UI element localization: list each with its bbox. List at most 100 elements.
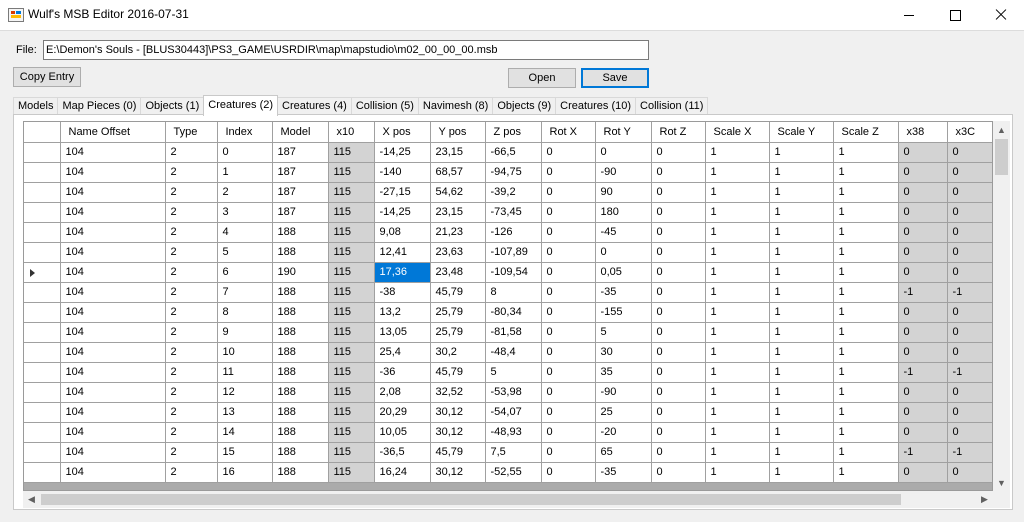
table-cell[interactable]: 2 — [165, 342, 218, 363]
table-cell[interactable]: 115 — [328, 462, 375, 483]
table-cell[interactable]: 1 — [705, 422, 770, 443]
table-cell[interactable]: 0 — [947, 202, 992, 223]
file-path-input[interactable]: E:\Demon's Souls - [BLUS30443]\PS3_GAME\… — [43, 40, 649, 60]
scroll-up-icon[interactable]: ▲ — [993, 121, 1010, 138]
table-cell[interactable]: 115 — [328, 162, 375, 183]
table-cell[interactable]: -109,54 — [485, 262, 542, 283]
column-header[interactable]: X pos — [374, 122, 431, 143]
table-cell[interactable]: 115 — [328, 422, 375, 443]
column-header[interactable]: Rot Z — [651, 122, 706, 143]
table-cell[interactable]: 187 — [272, 162, 329, 183]
table-cell[interactable]: 14 — [217, 422, 273, 443]
table-cell[interactable]: 1 — [769, 322, 834, 343]
table-row[interactable]: 1042918811513,0525,79-81,58050111000 — [24, 322, 992, 343]
table-cell[interactable]: 1 — [833, 422, 899, 443]
table-cell[interactable]: 104 — [60, 422, 166, 443]
table-cell[interactable]: -94,75 — [485, 162, 542, 183]
table-cell[interactable]: 16,24 — [374, 462, 431, 483]
table-cell[interactable]: 1 — [833, 262, 899, 283]
table-cell[interactable]: 1 — [769, 402, 834, 423]
row-header[interactable] — [24, 202, 61, 223]
table-cell[interactable]: 104 — [60, 202, 166, 223]
column-header[interactable]: Name Offset — [60, 122, 166, 143]
table-cell[interactable]: 0 — [947, 182, 992, 203]
table-cell[interactable]: 188 — [272, 362, 329, 383]
table-row[interactable]: 10421318811520,2930,12-54,070250111000 — [24, 402, 992, 423]
table-cell[interactable]: 188 — [272, 242, 329, 263]
table-cell[interactable]: -36,5 — [374, 442, 431, 463]
copy-entry-button[interactable]: Copy Entry — [13, 67, 81, 87]
table-cell[interactable]: 30,12 — [430, 402, 486, 423]
table-cell[interactable]: 0 — [898, 382, 948, 403]
table-cell[interactable]: 115 — [328, 362, 375, 383]
open-button[interactable]: Open — [508, 68, 576, 88]
table-cell[interactable]: 3 — [217, 202, 273, 223]
maximize-button[interactable] — [932, 0, 978, 30]
table-cell[interactable]: 0 — [898, 322, 948, 343]
table-cell[interactable]: 0 — [595, 242, 652, 263]
table-cell[interactable]: 0 — [898, 142, 948, 163]
horizontal-scroll-thumb[interactable] — [41, 494, 901, 505]
table-cell[interactable]: 1 — [833, 442, 899, 463]
table-cell[interactable]: 0 — [541, 342, 596, 363]
table-cell[interactable]: 1 — [833, 142, 899, 163]
row-header[interactable] — [24, 402, 61, 423]
table-cell[interactable]: 0 — [947, 262, 992, 283]
table-cell[interactable]: 1 — [833, 242, 899, 263]
table-row[interactable]: 1042619011517,3623,48-109,5400,050111000 — [24, 262, 992, 283]
table-cell[interactable]: 1 — [705, 322, 770, 343]
table-cell[interactable]: 1 — [833, 282, 899, 303]
table-cell[interactable]: 1 — [769, 262, 834, 283]
table-cell[interactable]: 104 — [60, 322, 166, 343]
table-cell[interactable]: 104 — [60, 162, 166, 183]
table-cell[interactable]: 45,79 — [430, 362, 486, 383]
table-cell[interactable]: 0 — [898, 222, 948, 243]
table-cell[interactable]: 188 — [272, 342, 329, 363]
table-cell[interactable]: 9,08 — [374, 222, 431, 243]
table-cell[interactable]: 1 — [833, 462, 899, 483]
table-cell[interactable]: 1 — [705, 202, 770, 223]
tab-9[interactable]: Collision (11) — [635, 97, 709, 115]
table-cell[interactable]: 23,15 — [430, 142, 486, 163]
table-cell[interactable]: 30,2 — [430, 342, 486, 363]
table-cell[interactable]: -54,07 — [485, 402, 542, 423]
column-header[interactable]: Model — [272, 122, 329, 143]
table-cell[interactable]: 7,5 — [485, 442, 542, 463]
row-header[interactable] — [24, 302, 61, 323]
table-cell[interactable]: -126 — [485, 222, 542, 243]
table-cell[interactable]: 0 — [541, 362, 596, 383]
table-cell[interactable]: 10,05 — [374, 422, 431, 443]
table-cell[interactable]: 15 — [217, 442, 273, 463]
column-header[interactable]: x10 — [328, 122, 375, 143]
table-row[interactable]: 1042121881152,0832,52-53,980-900111000 — [24, 382, 992, 403]
table-cell[interactable]: 6 — [217, 262, 273, 283]
table-cell[interactable]: 0 — [898, 342, 948, 363]
table-cell[interactable]: 0 — [651, 302, 706, 323]
table-cell[interactable]: 0 — [541, 202, 596, 223]
column-header[interactable]: x38 — [898, 122, 948, 143]
table-row[interactable]: 104215188115-36,545,797,50650111-1-10 — [24, 442, 992, 463]
table-cell[interactable]: -14,25 — [374, 142, 431, 163]
table-cell[interactable]: 0 — [595, 142, 652, 163]
table-cell[interactable]: 115 — [328, 302, 375, 323]
table-cell[interactable]: 0 — [651, 342, 706, 363]
table-cell[interactable]: 25,4 — [374, 342, 431, 363]
table-cell[interactable]: 65 — [595, 442, 652, 463]
table-cell[interactable]: 0 — [541, 402, 596, 423]
table-cell[interactable]: -155 — [595, 302, 652, 323]
table-row[interactable]: 1042818811513,225,79-80,340-1550111000 — [24, 302, 992, 323]
table-cell[interactable]: 0 — [947, 382, 992, 403]
table-cell[interactable]: 1 — [833, 302, 899, 323]
column-header[interactable]: Scale X — [705, 122, 770, 143]
table-cell[interactable]: 1 — [705, 162, 770, 183]
table-cell[interactable]: -35 — [595, 462, 652, 483]
scroll-down-icon[interactable]: ▼ — [993, 474, 1010, 491]
table-cell[interactable]: 1 — [833, 202, 899, 223]
table-cell[interactable]: 0 — [541, 262, 596, 283]
table-row[interactable]: 10421187115-14068,57-94,750-900111000 — [24, 162, 992, 183]
table-cell[interactable]: 25 — [595, 402, 652, 423]
row-header[interactable] — [24, 342, 61, 363]
table-cell[interactable]: 13 — [217, 402, 273, 423]
table-cell[interactable]: 0 — [947, 142, 992, 163]
table-cell[interactable]: 1 — [705, 402, 770, 423]
